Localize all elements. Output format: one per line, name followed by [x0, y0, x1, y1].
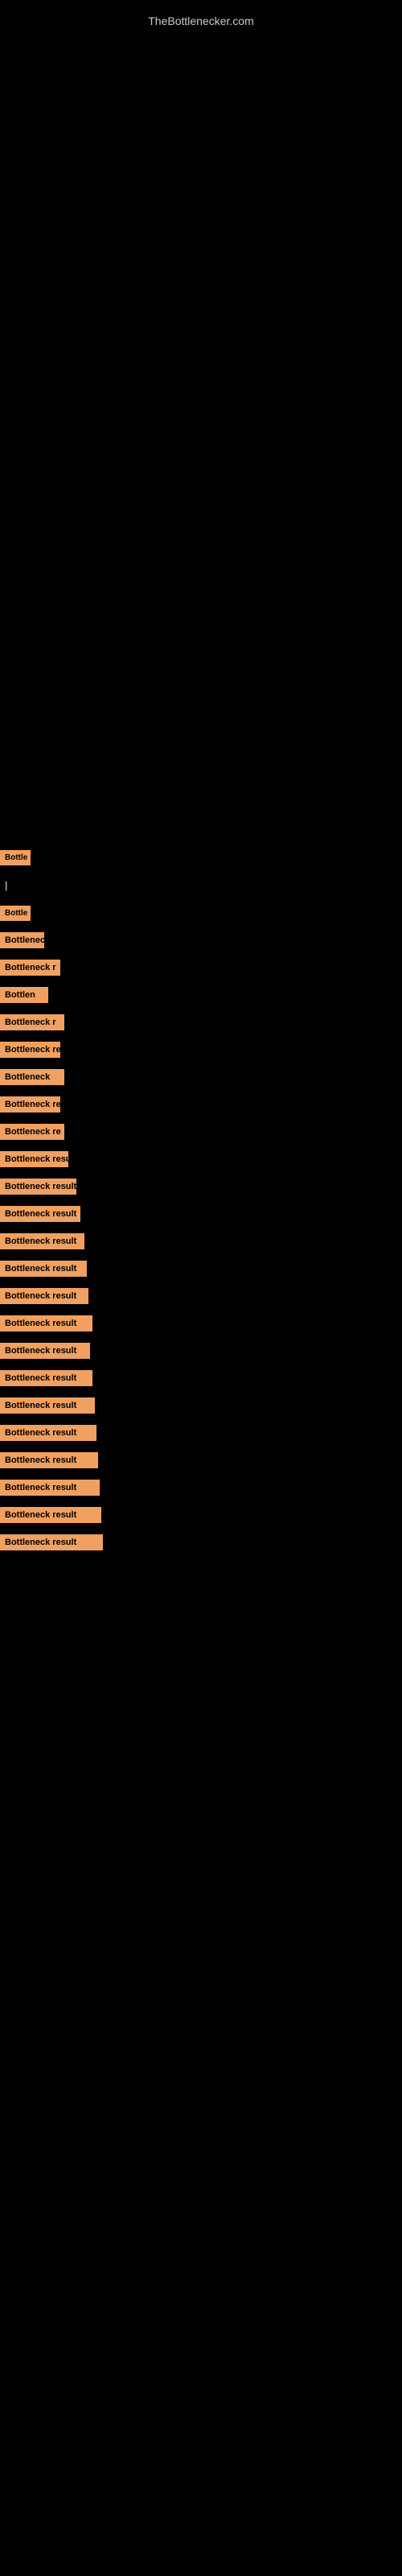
list-item: Bottleneck r: [0, 1009, 402, 1035]
list-item: Bottleneck result: [0, 1256, 402, 1282]
bottleneck-label: Bottleneck result: [0, 1179, 76, 1195]
list-item: Bottleneck: [0, 927, 402, 953]
bottleneck-label: Bottleneck result: [0, 1507, 101, 1523]
bottleneck-items-list: Bottle | Bottle Bottleneck Bottleneck r …: [0, 845, 402, 1557]
list-item: Bottleneck r: [0, 955, 402, 980]
bottleneck-label: Bottleneck result: [0, 1288, 88, 1304]
list-item: Bottleneck result: [0, 1174, 402, 1199]
list-item: Bottleneck result: [0, 1365, 402, 1391]
bottleneck-label: Bottleneck result: [0, 1233, 84, 1249]
list-item: Bottleneck res: [0, 1092, 402, 1117]
list-item: Bottle: [0, 845, 402, 870]
bottleneck-label: Bottleneck re: [0, 1124, 64, 1140]
list-item: Bottleneck re: [0, 1037, 402, 1063]
list-item: Bottleneck result: [0, 1201, 402, 1227]
list-item: Bottleneck result: [0, 1146, 402, 1172]
list-item: Bottlen: [0, 982, 402, 1008]
list-item: Bottleneck result: [0, 1393, 402, 1418]
list-item: Bottleneck result: [0, 1283, 402, 1309]
bottleneck-label: Bottleneck: [0, 1069, 64, 1085]
bottleneck-label: Bottleneck re: [0, 1042, 60, 1058]
list-item: Bottleneck result: [0, 1420, 402, 1446]
list-item: Bottleneck result: [0, 1228, 402, 1254]
list-item: Bottleneck result: [0, 1530, 402, 1555]
bottleneck-label: Bottleneck r: [0, 960, 60, 976]
bottleneck-label: Bottlen: [0, 987, 48, 1003]
bottleneck-label: |: [0, 877, 11, 894]
bottleneck-label: Bottleneck result: [0, 1370, 92, 1386]
bottleneck-label: Bottleneck result: [0, 1261, 87, 1277]
list-item: Bottleneck result: [0, 1475, 402, 1501]
bottleneck-label: Bottleneck result: [0, 1343, 90, 1359]
bottleneck-label: Bottleneck result: [0, 1151, 68, 1167]
bottleneck-label: Bottleneck result: [0, 1425, 96, 1441]
bottleneck-label: Bottleneck res: [0, 1096, 60, 1113]
bottleneck-label: Bottleneck result: [0, 1397, 95, 1414]
site-title: TheBottlenecker.com: [0, 6, 402, 31]
bottleneck-label: Bottleneck result: [0, 1206, 80, 1222]
bottleneck-label: Bottle: [0, 906, 31, 921]
list-item: Bottleneck: [0, 1064, 402, 1090]
list-item: Bottleneck re: [0, 1119, 402, 1145]
list-item: Bottleneck result: [0, 1311, 402, 1336]
list-item: |: [0, 872, 402, 899]
bottleneck-label: Bottleneck result: [0, 1534, 103, 1550]
list-item: Bottleneck result: [0, 1338, 402, 1364]
bottleneck-label: Bottle: [0, 850, 31, 865]
list-item: Bottleneck result: [0, 1502, 402, 1528]
bottleneck-label: Bottleneck result: [0, 1452, 98, 1468]
bottleneck-label: Bottleneck result: [0, 1480, 100, 1496]
list-item: Bottle: [0, 901, 402, 926]
list-item: Bottleneck result: [0, 1447, 402, 1473]
bottleneck-label: Bottleneck result: [0, 1315, 92, 1331]
bottleneck-label: Bottleneck r: [0, 1014, 64, 1030]
bottleneck-label: Bottleneck: [0, 932, 44, 948]
